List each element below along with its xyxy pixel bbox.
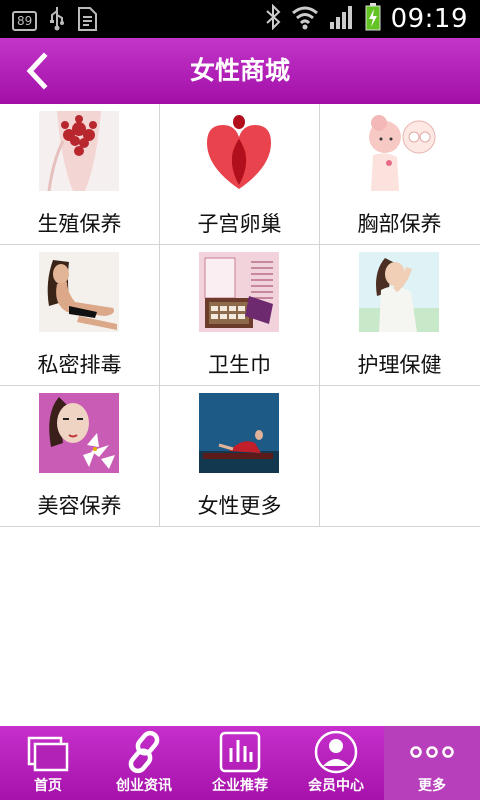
status-bar: 89 09:19: [0, 0, 480, 38]
user-icon: [314, 730, 358, 774]
category-item[interactable]: 私密排毒: [0, 245, 160, 385]
chain-link-icon: [128, 730, 160, 774]
category-item[interactable]: 子宫卵巢: [160, 104, 320, 244]
category-item[interactable]: 美容保养: [0, 386, 160, 526]
category-item[interactable]: 生殖保养: [0, 104, 160, 244]
woman-on-bench-image: [199, 393, 279, 473]
nav-label: 首页: [34, 778, 62, 794]
bar-chart-icon: [219, 731, 261, 773]
nav-more[interactable]: 更多: [384, 726, 480, 800]
chevron-left-icon: [26, 52, 48, 90]
grid-row: 美容保养 女性更多: [0, 386, 480, 527]
woman-portrait-image: [359, 252, 439, 332]
category-label: 女性更多: [197, 494, 282, 518]
home-windows-icon: [27, 736, 69, 772]
category-label: 美容保养: [37, 494, 122, 518]
nav-home[interactable]: 首页: [0, 726, 96, 800]
sanitary-product-box-image: [199, 252, 279, 332]
category-label: 私密排毒: [37, 353, 122, 377]
notification-badge: 89: [12, 11, 38, 31]
uterus-heart-image: [199, 111, 279, 191]
category-grid: 生殖保养 子宫卵巢 胸部保养 私密排毒 卫生巾 护理保健 美容保养 女性更多: [0, 104, 480, 527]
grid-row: 私密排毒 卫生巾 护理保健: [0, 245, 480, 386]
breast-care-cartoon-image: [359, 111, 439, 191]
category-item[interactable]: 卫生巾: [160, 245, 320, 385]
back-button[interactable]: [20, 50, 60, 92]
signal-icon: [329, 4, 355, 34]
category-label: 子宫卵巢: [197, 212, 282, 236]
nav-business-news[interactable]: 创业资讯: [96, 726, 192, 800]
nav-label: 会员中心: [308, 778, 364, 794]
nav-member-center[interactable]: 会员中心: [288, 726, 384, 800]
bluetooth-icon: [265, 3, 281, 34]
document-icon: [77, 7, 99, 35]
category-label: 生殖保养: [37, 212, 122, 236]
title-bar: 女性商城: [0, 38, 480, 104]
category-item[interactable]: 护理保健: [320, 245, 480, 385]
nav-label: 更多: [418, 778, 446, 794]
clock: 09:19: [390, 4, 468, 34]
page-title: 女性商城: [189, 56, 290, 85]
category-label: 护理保健: [357, 353, 442, 377]
grid-row: 生殖保养 子宫卵巢 胸部保养: [0, 104, 480, 245]
category-item[interactable]: 女性更多: [160, 386, 320, 526]
nav-label: 企业推荐: [212, 778, 268, 794]
category-item[interactable]: 胸部保养: [320, 104, 480, 244]
wifi-icon: [291, 4, 319, 34]
more-dots-icon: [410, 746, 454, 758]
woman-with-lilies-image: [39, 393, 119, 473]
rose-petals-image: [39, 111, 119, 191]
bottom-nav: 首页 创业资讯 企业推荐 会员中心 更多: [0, 726, 480, 800]
category-label: 胸部保养: [357, 212, 442, 236]
nav-company-recommend[interactable]: 企业推荐: [192, 726, 288, 800]
nav-label: 创业资讯: [116, 778, 172, 794]
category-label: 卫生巾: [208, 353, 271, 377]
empty-cell: [320, 386, 480, 526]
usb-icon: [49, 7, 65, 35]
woman-lounging-image: [39, 252, 119, 332]
battery-icon: [365, 3, 381, 35]
